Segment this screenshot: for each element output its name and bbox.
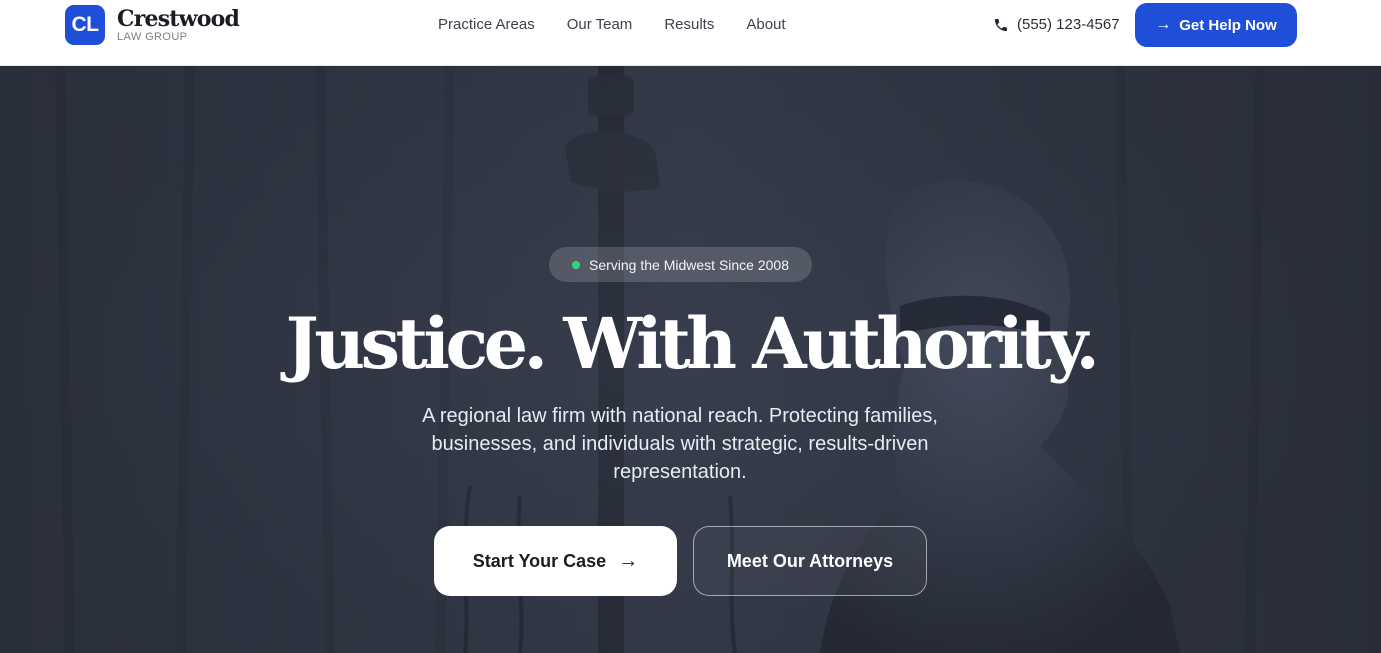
phone-link[interactable]: (555) 123-4567	[993, 16, 1120, 34]
status-badge: Serving the Midwest Since 2008	[549, 247, 812, 282]
logo-name: Crestwood	[117, 5, 240, 32]
hero-headline: Justice. With Authority.	[285, 302, 1100, 385]
status-dot	[572, 260, 580, 269]
hero-subtext: A regional law firm with national reach.…	[422, 405, 938, 483]
logo-mark: CL	[65, 5, 105, 45]
get-help-now-label: Get Help Now	[1179, 16, 1277, 34]
start-your-case-label: Start Your Case	[472, 550, 607, 571]
nav-about[interactable]: About	[746, 16, 785, 34]
start-your-case-button[interactable]: Start Your Case →	[434, 526, 677, 596]
nav-practice-areas[interactable]: Practice Areas	[438, 16, 535, 34]
get-help-now-button[interactable]: → Get Help Now	[1135, 3, 1297, 47]
phone-icon	[995, 19, 1007, 31]
site-header: CL Crestwood LAW GROUP Practice Areas Ou…	[0, 0, 1381, 66]
meet-our-attorneys-label: Meet Our Attorneys	[726, 550, 894, 571]
arrow-right-icon: →	[1155, 16, 1172, 33]
badge-text: Serving the Midwest Since 2008	[589, 256, 789, 273]
logo-text: Crestwood LAW GROUP	[117, 5, 240, 43]
nav-our-team[interactable]: Our Team	[567, 16, 633, 34]
nav-results[interactable]: Results	[664, 16, 714, 34]
hero-section: Serving the Midwest Since 2008 Justice. …	[0, 66, 1381, 653]
phone-number: (555) 123-4567	[1017, 16, 1120, 33]
logo[interactable]: CL Crestwood LAW GROUP	[65, 5, 240, 45]
main-nav: Practice Areas Our Team Results About	[438, 16, 786, 34]
arrow-right-icon: →	[618, 549, 639, 572]
meet-our-attorneys-button[interactable]: Meet Our Attorneys	[693, 526, 927, 596]
logo-subtitle: LAW GROUP	[117, 30, 188, 43]
